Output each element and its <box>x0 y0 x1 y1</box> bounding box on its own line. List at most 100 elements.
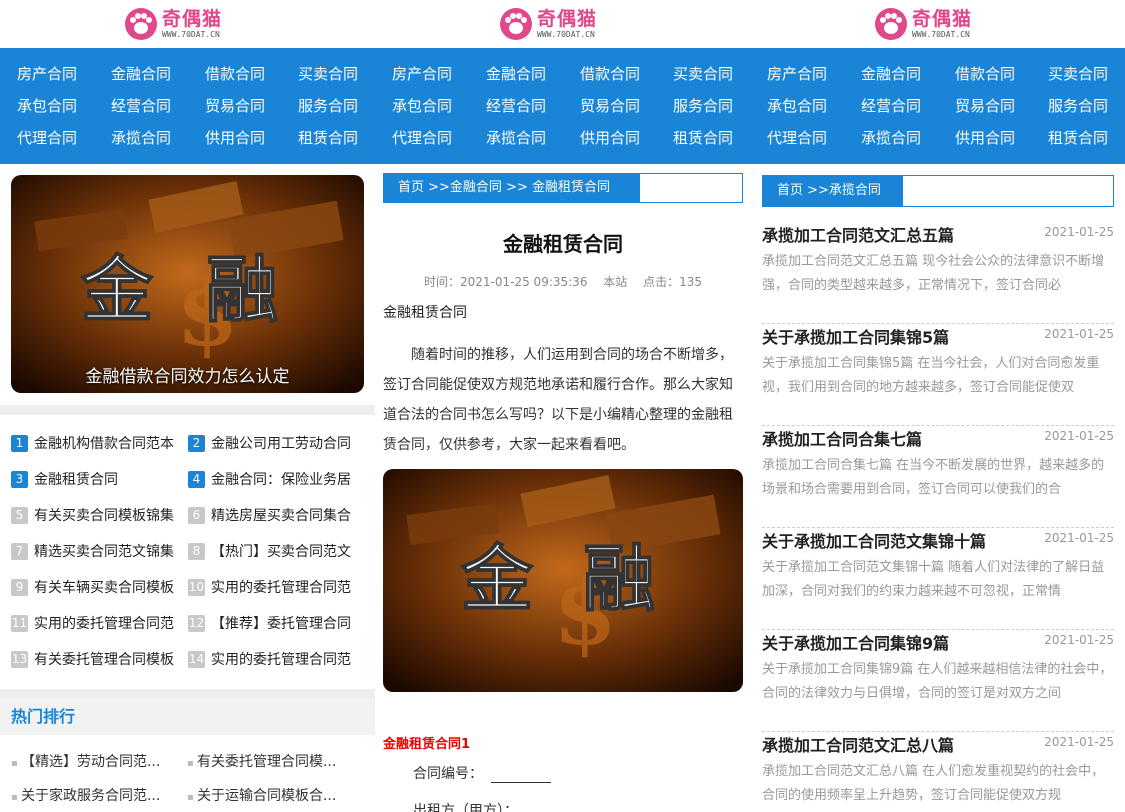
nav-item[interactable]: 供用合同 <box>188 128 282 148</box>
nav-item[interactable]: 贸易合同 <box>938 96 1032 116</box>
hot-item-title[interactable]: 有关委托管理合同模... <box>197 754 336 770</box>
ranking-item[interactable]: 6 精选房屋买卖合同集合 <box>188 505 364 525</box>
nav-item[interactable]: 供用合同 <box>938 128 1032 148</box>
related-article-title[interactable]: 关于承揽加工合同范文集锦十篇 <box>762 528 986 552</box>
nav-item[interactable]: 借款合同 <box>188 64 282 84</box>
ranking-title[interactable]: 有关买卖合同模板锦集 <box>34 505 174 525</box>
ranking-item[interactable]: 3 金融租赁合同 <box>11 469 186 489</box>
breadcrumb-text[interactable]: 首页 >>金融合同 >> 金融租赁合同 <box>384 174 640 202</box>
ranking-title[interactable]: 精选房屋买卖合同集合 <box>211 505 351 525</box>
nav-item[interactable]: 贸易合同 <box>563 96 657 116</box>
nav-item[interactable]: 代理合同 <box>0 128 94 148</box>
hot-item[interactable]: 关于家政服务合同范... <box>11 785 186 805</box>
hot-item-title[interactable]: 【精选】劳动合同范... <box>21 754 160 770</box>
ranking-item[interactable]: 1 金融机构借款合同范本 <box>11 433 186 453</box>
ranking-item[interactable]: 14 实用的委托管理合同范 <box>188 649 364 669</box>
nav-item[interactable]: 租赁合同 <box>1031 128 1125 148</box>
nav-item[interactable]: 租赁合同 <box>656 128 750 148</box>
nav-item[interactable]: 经营合同 <box>469 96 563 116</box>
contract-number-label: 合同编号： <box>413 766 483 782</box>
nav-item[interactable]: 租赁合同 <box>281 128 375 148</box>
related-article-date: 2021-01-25 <box>1044 633 1114 647</box>
related-article-title[interactable]: 承揽加工合同范文汇总五篇 <box>762 222 954 246</box>
ranking-item[interactable]: 10 实用的委托管理合同范 <box>188 577 364 597</box>
related-article[interactable]: 承揽加工合同合集七篇 2021-01-25 承揽加工合同合集七篇 在当今不断发展的世… <box>762 426 1114 528</box>
ranking-title[interactable]: 金融机构借款合同范本 <box>34 433 174 453</box>
site-logo[interactable]: 奇偶猫 WWW.70DAT.CN <box>874 6 984 42</box>
featured-caption[interactable]: 金融借款合同效力怎么认定 <box>11 362 364 387</box>
logo-url: WWW.70DAT.CN <box>537 29 595 39</box>
related-article-title[interactable]: 承揽加工合同合集七篇 <box>762 426 922 450</box>
hot-item-title[interactable]: 关于家政服务合同范... <box>21 788 160 804</box>
related-article[interactable]: 承揽加工合同范文汇总八篇 2021-01-25 承揽加工合同范文汇总八篇 在人们愈发… <box>762 732 1114 812</box>
ranking-item[interactable]: 2 金融公司用工劳动合同 <box>188 433 364 453</box>
rank-number: 5 <box>11 506 28 524</box>
ranking-title[interactable]: 实用的委托管理合同范 <box>211 577 351 597</box>
rank-number: 12 <box>188 614 205 632</box>
ranking-title[interactable]: 金融公司用工劳动合同 <box>211 433 351 453</box>
featured-image[interactable]: $ 金 融 金融借款合同效力怎么认定 <box>11 175 364 393</box>
related-article-title[interactable]: 承揽加工合同范文汇总八篇 <box>762 732 954 756</box>
nav-item[interactable]: 承揽合同 <box>94 128 188 148</box>
nav-item[interactable]: 金融合同 <box>844 64 938 84</box>
ranking-item[interactable]: 5 有关买卖合同模板锦集 <box>11 505 186 525</box>
nav-item[interactable]: 买卖合同 <box>656 64 750 84</box>
related-article-summary: 关于承揽加工合同集锦5篇 在当今社会，人们对合同愈发重视，我们用到合同的地方越来… <box>762 356 1100 395</box>
nav-item[interactable]: 借款合同 <box>563 64 657 84</box>
nav-item[interactable]: 服务合同 <box>656 96 750 116</box>
logo-text: 奇偶猫 <box>912 7 973 30</box>
ranking-item[interactable]: 8 【热门】买卖合同范文 <box>188 541 364 561</box>
ranking-item[interactable]: 9 有关车辆买卖合同模板 <box>11 577 186 597</box>
ranking-title[interactable]: 【推荐】委托管理合同 <box>211 613 351 633</box>
nav-item[interactable]: 房产合同 <box>0 64 94 84</box>
nav-item[interactable]: 贸易合同 <box>188 96 282 116</box>
hot-item[interactable]: 【精选】劳动合同范... <box>11 751 186 771</box>
nav-item[interactable]: 借款合同 <box>938 64 1032 84</box>
ranking-title[interactable]: 精选买卖合同范文锦集 <box>34 541 174 561</box>
nav-item[interactable]: 经营合同 <box>94 96 188 116</box>
ranking-title[interactable]: 金融合同：保险业务居 <box>211 469 351 489</box>
ranking-item[interactable]: 13 有关委托管理合同模板 <box>11 649 186 669</box>
ranking-item[interactable]: 4 金融合同：保险业务居 <box>188 469 364 489</box>
nav-item[interactable]: 买卖合同 <box>1031 64 1125 84</box>
site-logo[interactable]: 奇偶猫 WWW.70DAT.CN <box>499 6 609 42</box>
right-breadcrumb-text[interactable]: 首页 >>承揽合同 <box>763 176 903 206</box>
nav-item[interactable]: 服务合同 <box>1031 96 1125 116</box>
ranking-title[interactable]: 有关车辆买卖合同模板 <box>34 577 174 597</box>
hot-item[interactable]: 有关委托管理合同模... <box>187 751 362 771</box>
nav-item[interactable]: 经营合同 <box>844 96 938 116</box>
ranking-title[interactable]: 实用的委托管理合同范 <box>211 649 351 669</box>
nav-item[interactable]: 代理合同 <box>750 128 844 148</box>
nav-item[interactable]: 承揽合同 <box>844 128 938 148</box>
ranking-title[interactable]: 金融租赁合同 <box>34 469 118 489</box>
ranking-title[interactable]: 有关委托管理合同模板 <box>34 649 174 669</box>
hot-item-title[interactable]: 关于运输合同模板合... <box>197 788 336 804</box>
nav-item[interactable]: 买卖合同 <box>281 64 375 84</box>
nav-item[interactable]: 代理合同 <box>375 128 469 148</box>
ranking-title[interactable]: 实用的委托管理合同范 <box>34 613 174 633</box>
rank-number: 6 <box>188 506 205 524</box>
nav-item[interactable]: 服务合同 <box>281 96 375 116</box>
nav-item[interactable]: 金融合同 <box>469 64 563 84</box>
ranking-item[interactable]: 11 实用的委托管理合同范 <box>11 613 186 633</box>
related-article[interactable]: 承揽加工合同范文汇总五篇 2021-01-25 承揽加工合同范文汇总五篇 现今社会公… <box>762 222 1114 324</box>
nav-item[interactable]: 房产合同 <box>375 64 469 84</box>
ranking-item[interactable]: 12 【推荐】委托管理合同 <box>188 613 364 633</box>
ranking-title[interactable]: 【热门】买卖合同范文 <box>211 541 351 561</box>
related-article-title[interactable]: 关于承揽加工合同集锦5篇 <box>762 324 949 348</box>
nav-item[interactable]: 供用合同 <box>563 128 657 148</box>
nav-item[interactable]: 房产合同 <box>750 64 844 84</box>
nav-item[interactable]: 承包合同 <box>750 96 844 116</box>
nav-item[interactable]: 承包合同 <box>375 96 469 116</box>
related-article[interactable]: 关于承揽加工合同范文集锦十篇 2021-01-25 关于承揽加工合同范文集锦十篇 随… <box>762 528 1114 630</box>
nav-item[interactable]: 金融合同 <box>94 64 188 84</box>
ranking-item[interactable]: 7 精选买卖合同范文锦集 <box>11 541 186 561</box>
related-article-title[interactable]: 关于承揽加工合同集锦9篇 <box>762 630 949 654</box>
related-article[interactable]: 关于承揽加工合同集锦5篇 2021-01-25 关于承揽加工合同集锦5篇 在当今社会… <box>762 324 1114 426</box>
logo-text: 奇偶猫 <box>537 7 598 30</box>
related-article[interactable]: 关于承揽加工合同集锦9篇 2021-01-25 关于承揽加工合同集锦9篇 在人们越来… <box>762 630 1114 732</box>
site-logo[interactable]: 奇偶猫 WWW.70DAT.CN <box>124 6 234 42</box>
nav-item[interactable]: 承包合同 <box>0 96 94 116</box>
hot-item[interactable]: 关于运输合同模板合... <box>187 785 362 805</box>
nav-item[interactable]: 承揽合同 <box>469 128 563 148</box>
